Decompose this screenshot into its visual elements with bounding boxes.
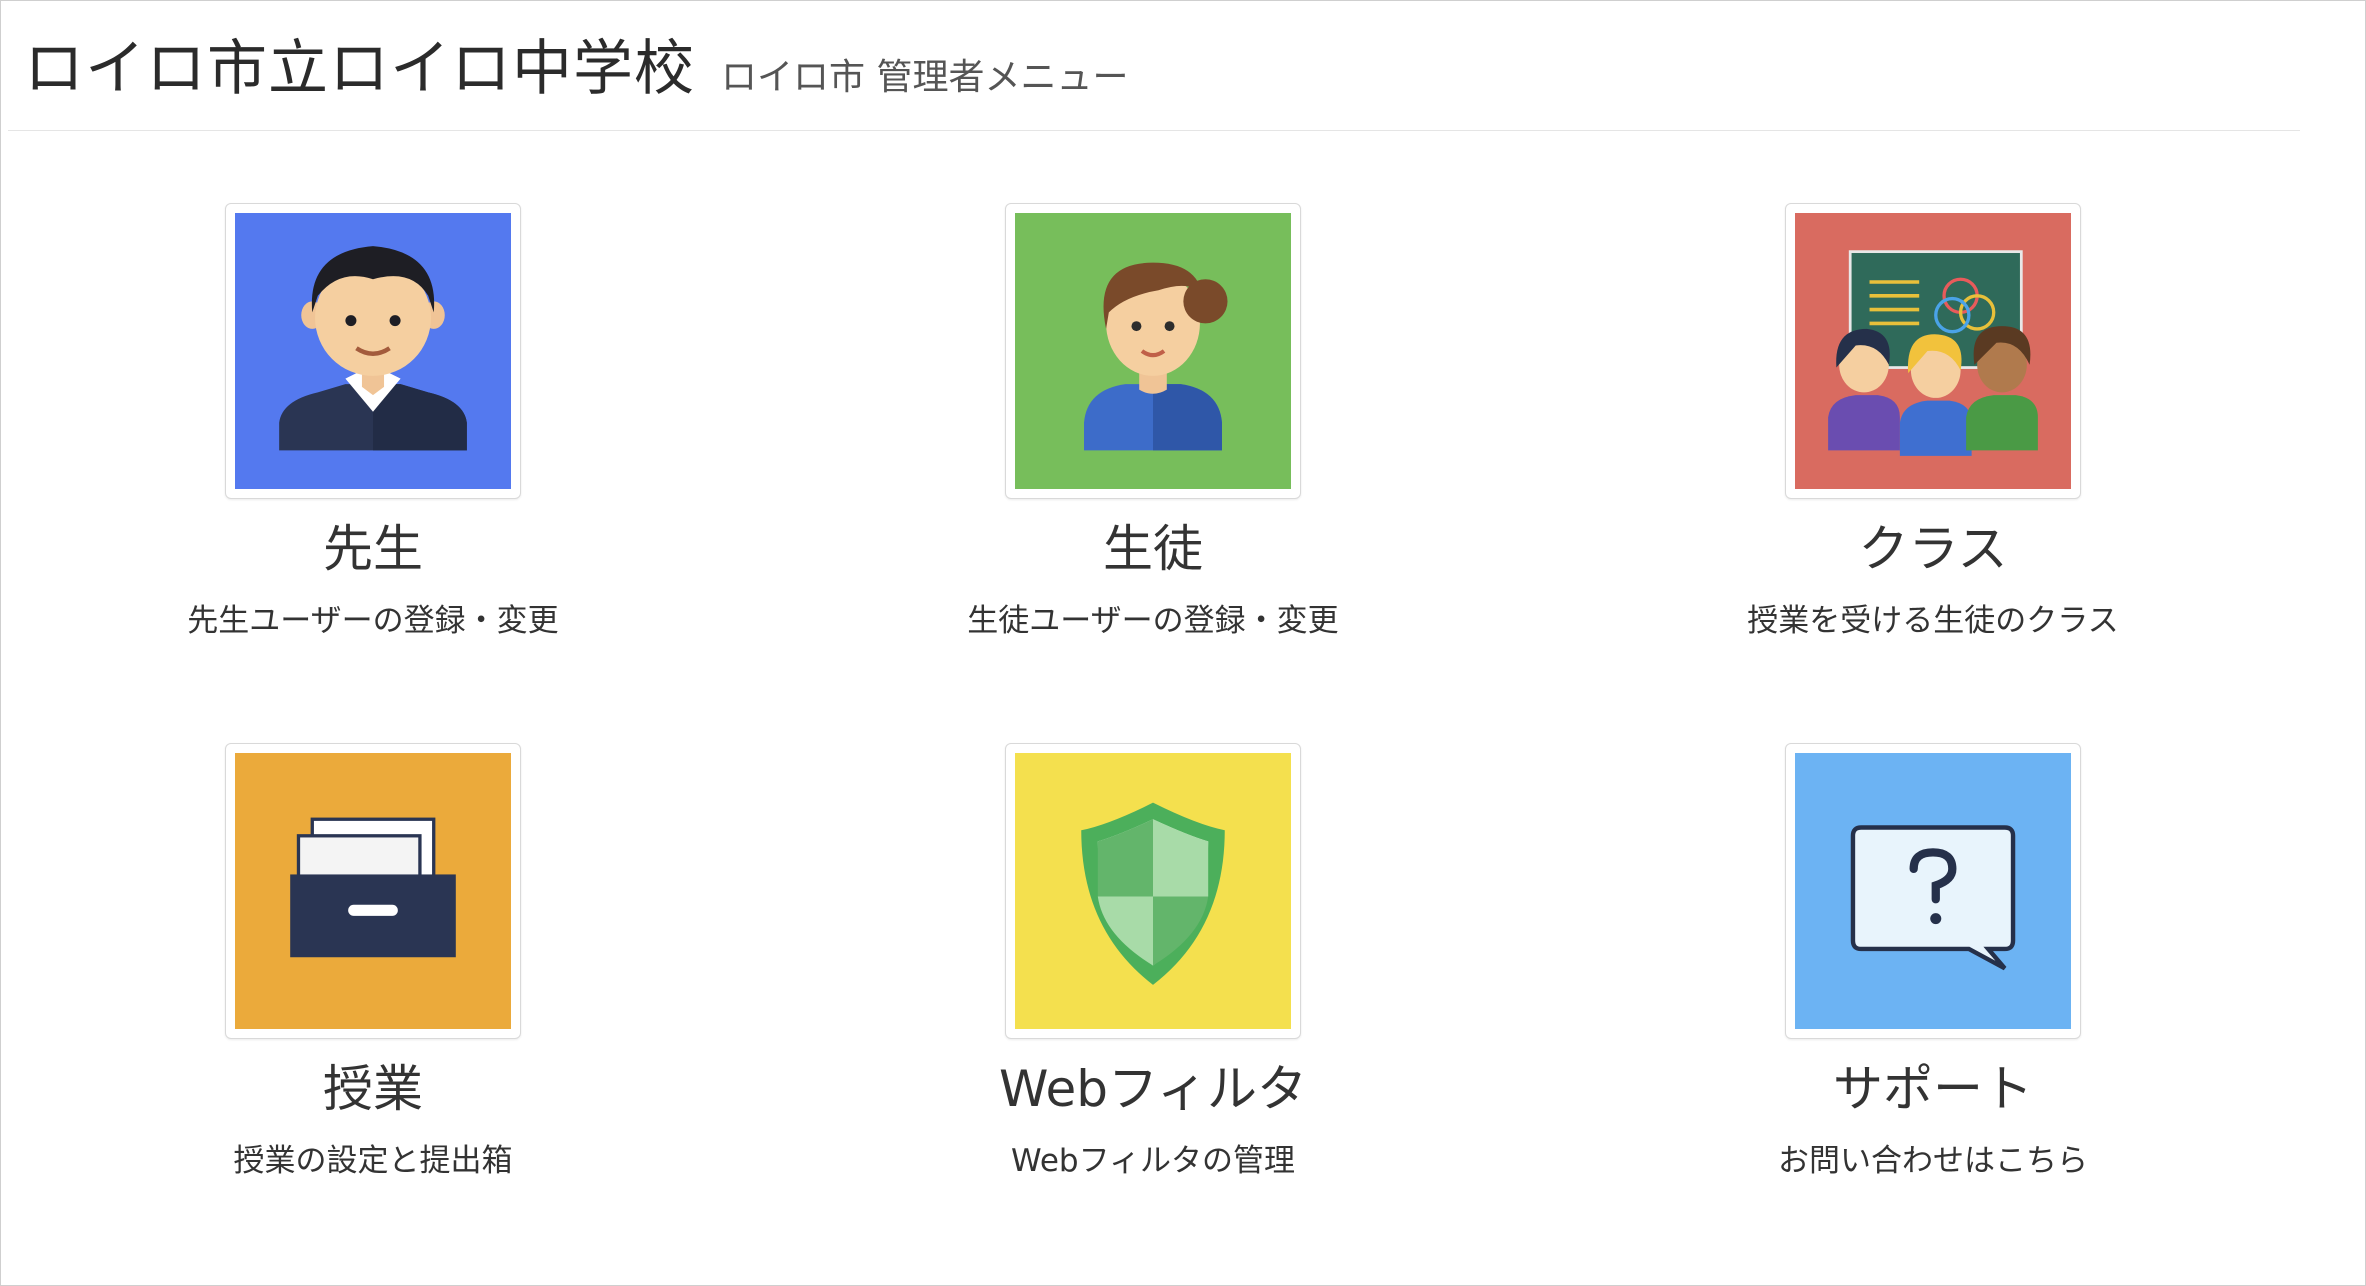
tile-title: Webフィルタ [998,1060,1307,1118]
tile-title: クラス [1858,520,2008,578]
tile-description: 生徒ユーザーの登録・変更 [967,603,1339,639]
tile-title: 先生 [323,520,423,578]
support-icon-frame[interactable] [1785,743,2081,1039]
tile-description: 授業を受ける生徒のクラス [1747,603,2119,639]
class-icon-frame[interactable] [1785,203,2081,499]
webfilter-icon-frame[interactable] [1005,743,1301,1039]
shield-icon [1015,753,1291,1029]
tile-description: Webフィルタの管理 [1011,1143,1295,1179]
teacher-icon-frame[interactable] [225,203,521,499]
menu-tile-lesson[interactable]: 授業 授業の設定と提出箱 [143,743,603,1181]
page-subtitle: ロイロ市 管理者メニュー [721,57,1129,98]
tile-description: 先生ユーザーの登録・変更 [187,603,559,639]
menu-tile-class[interactable]: クラス 授業を受ける生徒のクラス [1703,203,2163,641]
menu-tile-webfilter[interactable]: Webフィルタ Webフィルタの管理 [923,743,1383,1181]
tile-description: お問い合わせはこちら [1778,1143,2088,1179]
inbox-drawer-icon [235,753,511,1029]
tile-title: 授業 [323,1060,423,1118]
menu-tile-support[interactable]: サポート お問い合わせはこちら [1703,743,2163,1181]
header-divider [8,130,2300,131]
tile-title: サポート [1833,1060,2033,1118]
question-bubble-icon [1795,753,2071,1029]
menu-tile-teacher[interactable]: 先生 先生ユーザーの登録・変更 [143,203,603,641]
tile-description: 授業の設定と提出箱 [233,1143,513,1179]
page-header: ロイロ市立ロイロ中学校 ロイロ市 管理者メニュー [24,20,1128,110]
tile-title: 生徒 [1103,520,1203,578]
student-icon-frame[interactable] [1005,203,1301,499]
page-title: ロイロ市立ロイロ中学校 [24,34,695,104]
student-icon [1015,213,1291,489]
classroom-icon [1795,213,2071,489]
menu-tile-student[interactable]: 生徒 生徒ユーザーの登録・変更 [923,203,1383,641]
lesson-icon-frame[interactable] [225,743,521,1039]
teacher-icon [235,213,511,489]
